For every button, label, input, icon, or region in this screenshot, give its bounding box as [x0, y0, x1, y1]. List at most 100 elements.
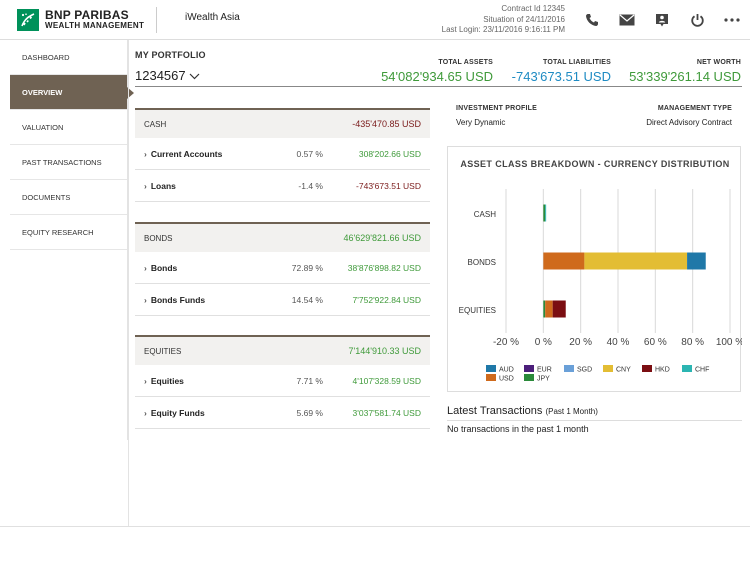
row-amount: 38'876'898.82 USD — [347, 262, 421, 273]
section-amount: 46'629'821.66 USD — [343, 233, 422, 243]
x-tick-label: 0 % — [535, 337, 552, 348]
section-header: CASH -435'470.85 USD — [135, 108, 430, 138]
net-worth-value: 53'339'261.14 USD — [629, 69, 741, 84]
chevron-right-icon: › — [144, 262, 147, 273]
row-name: Current Accounts — [150, 148, 223, 159]
row-name: Equities — [150, 375, 184, 386]
equities-section: EQUITIES 7'144'910.33 USD › Equities 7.71… — [135, 335, 430, 429]
row-name: Bonds — [150, 262, 178, 273]
header-divider — [156, 7, 157, 33]
bar-segment — [545, 204, 547, 222]
investment-profile-label: INVESTMENT PROFILE — [456, 105, 537, 112]
total-assets: TOTAL ASSETS 54'082'934.65 USD — [381, 59, 493, 84]
chevron-right-icon: › — [144, 294, 147, 305]
row-amount: 308'202.66 USD — [358, 148, 421, 159]
chart-canvas: -20 % 0 % 20 % 40 % 60 % 80 % 100 % CASH BONDS EQ… — [459, 189, 742, 383]
table-row[interactable]: › Bonds 72.89 % 38'876'898.82 USD — [135, 252, 430, 284]
contact-card-icon[interactable] — [652, 10, 672, 30]
bar-segment — [543, 300, 546, 318]
chevron-right-icon: › — [144, 180, 147, 191]
table-row[interactable]: › Loans -1.4 % -743'673.51 USD — [135, 170, 430, 202]
phone-icon[interactable] — [582, 10, 602, 30]
chevron-right-icon: › — [144, 407, 147, 418]
app-header: BNP PARIBAS WEALTH MANAGEMENT iWealth As… — [0, 0, 750, 40]
legend-label: AUD — [499, 367, 514, 374]
table-row[interactable]: › Bonds Funds 14.54 % 7'752'922.84 USD — [135, 284, 430, 316]
sidebar-item-past-transactions[interactable]: PAST TRANSACTIONS — [10, 145, 127, 180]
cash-section: CASH -435'470.85 USD › Current Accounts 0… — [135, 108, 430, 202]
section-amount: -435'470.85 USD — [352, 119, 421, 129]
management-type-value: Direct Advisory Contract — [646, 118, 732, 127]
latest-transactions-title: Latest Transactions (Past 1 Month) — [447, 405, 598, 417]
footer-divider — [0, 526, 750, 527]
sidebar-item-valuation[interactable]: VALUATION — [10, 110, 127, 145]
legend-swatch — [486, 374, 496, 381]
situation-date: Situation of 24/11/2016 — [483, 14, 565, 24]
legend-label: CHF — [695, 367, 709, 374]
x-tick-label: 20 % — [569, 337, 592, 348]
latest-transactions-heading: Latest Transactions — [447, 405, 543, 417]
legend-swatch — [486, 365, 496, 372]
legend-label: CNY — [616, 367, 631, 374]
mail-icon[interactable] — [617, 10, 637, 30]
category-label: EQUITIES — [459, 306, 496, 315]
x-tick-label: 80 % — [681, 337, 704, 348]
portfolio-selector[interactable]: 1234567 — [135, 68, 200, 83]
row-percent: 72.89 % — [291, 262, 323, 273]
section-title: CASH — [144, 119, 167, 129]
legend-swatch — [642, 365, 652, 372]
section-title: BONDS — [144, 233, 173, 243]
power-icon[interactable] — [687, 10, 707, 30]
table-row[interactable]: › Equities 7.71 % 4'107'328.59 USD — [135, 365, 430, 397]
x-tick-label: 60 % — [644, 337, 667, 348]
x-tick-label: 100 % — [716, 337, 742, 348]
bonds-section: BONDS 46'629'821.66 USD › Bonds 72.89 % 3… — [135, 222, 430, 316]
row-percent: 14.54 % — [291, 294, 323, 305]
row-name: Equity Funds — [150, 407, 205, 418]
legend-swatch — [603, 365, 613, 372]
asset-class-chart: ASSET CLASS BREAKDOWN - CURRENCY DISTRIB… — [447, 146, 742, 392]
legend-swatch — [682, 365, 692, 372]
row-amount: 7'752'922.84 USD — [352, 294, 421, 305]
app-name: iWealth Asia — [185, 12, 240, 23]
legend-swatch — [524, 365, 534, 372]
net-worth-label: NET WORTH — [696, 59, 741, 66]
content-divider — [128, 40, 129, 527]
management-type-label: MANAGEMENT TYPE — [657, 105, 732, 112]
total-liabilities-value: -743'673.51 USD — [511, 69, 611, 84]
bar-segment — [545, 300, 553, 318]
last-login: Last Login: 23/11/2016 9:16:11 PM — [441, 25, 565, 34]
category-label: CASH — [474, 210, 496, 219]
total-assets-value: 54'082'934.65 USD — [381, 69, 493, 84]
legend-label: USD — [499, 376, 514, 383]
row-name: Loans — [150, 180, 176, 191]
brand-subtitle: WEALTH MANAGEMENT — [45, 21, 145, 30]
sidebar-item-dashboard[interactable]: DASHBOARD — [10, 40, 127, 75]
row-percent: -1.4 % — [298, 180, 323, 191]
bnp-stars-logo-icon — [17, 9, 39, 31]
section-title: EQUITIES — [144, 346, 182, 356]
sidebar-item-documents[interactable]: DOCUMENTS — [10, 180, 127, 215]
row-amount: -743'673.51 USD — [356, 180, 421, 191]
section-header: EQUITIES 7'144'910.33 USD — [135, 335, 430, 365]
sidebar-item-overview[interactable]: OVERVIEW — [10, 75, 134, 110]
table-row[interactable]: › Equity Funds 5.69 % 3'037'581.74 USD — [135, 397, 430, 429]
legend-label: EUR — [537, 367, 552, 374]
table-row[interactable]: › Current Accounts 0.57 % 308'202.66 USD — [135, 138, 430, 170]
more-icon[interactable] — [722, 10, 742, 30]
row-name: Bonds Funds — [150, 294, 206, 305]
bar-segment — [584, 252, 688, 270]
chevron-down-icon — [189, 68, 200, 83]
legend-swatch — [524, 374, 534, 381]
no-transactions-message: No transactions in the past 1 month — [447, 424, 589, 434]
category-label: BONDS — [468, 258, 496, 267]
divider — [447, 420, 742, 421]
latest-transactions-period: (Past 1 Month) — [545, 407, 598, 416]
net-worth: NET WORTH 53'339'261.14 USD — [629, 59, 741, 84]
row-percent: 5.69 % — [296, 407, 323, 418]
section-header: BONDS 46'629'821.66 USD — [135, 222, 430, 252]
row-percent: 0.57 % — [296, 148, 323, 159]
total-liabilities: TOTAL LIABILITIES -743'673.51 USD — [512, 59, 611, 84]
sidebar-item-equity-research[interactable]: EQUITY RESEARCH — [10, 215, 127, 250]
investment-profile-value: Very Dynamic — [456, 118, 506, 127]
